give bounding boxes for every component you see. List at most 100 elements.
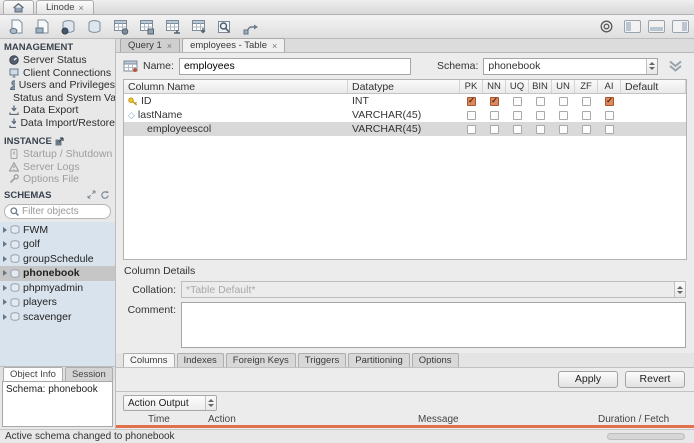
schema-item-golf[interactable]: golf: [0, 237, 115, 252]
apply-button[interactable]: Apply: [558, 371, 618, 388]
schema-item-phonebook[interactable]: phonebook: [0, 266, 115, 281]
header-column-name[interactable]: Column Name: [124, 80, 348, 93]
header-action[interactable]: Action: [208, 414, 418, 425]
tab-triggers[interactable]: Triggers: [297, 353, 347, 367]
action-output-select[interactable]: Action Output: [123, 395, 217, 411]
tab-query-1[interactable]: Query 1 ×: [120, 38, 181, 52]
alter-table-button[interactable]: [135, 17, 157, 37]
schema-filter-input[interactable]: [22, 205, 100, 217]
home-tab[interactable]: [3, 0, 34, 14]
close-icon[interactable]: ×: [167, 41, 172, 51]
uq-checkbox[interactable]: [513, 96, 522, 106]
pk-checkbox[interactable]: [467, 124, 476, 134]
expand-arrow-icon[interactable]: [3, 241, 7, 248]
tab-object-info[interactable]: Object Info: [3, 367, 63, 381]
table-maintenance-button[interactable]: [161, 17, 183, 37]
expand-arrow-icon[interactable]: [3, 284, 7, 291]
schema-item-scavenger[interactable]: scavenger: [0, 310, 115, 325]
column-row-id[interactable]: ID INT: [124, 94, 686, 108]
revert-button[interactable]: Revert: [625, 371, 685, 388]
header-bin[interactable]: BIN: [529, 80, 552, 93]
header-datatype[interactable]: Datatype: [348, 80, 460, 93]
header-time[interactable]: Time: [148, 414, 208, 425]
collapse-editor-button[interactable]: [663, 57, 687, 75]
collation-select[interactable]: *Table Default*: [181, 281, 686, 298]
comment-textarea[interactable]: [181, 302, 686, 348]
sidebar-item-data-export[interactable]: Data Export: [0, 104, 115, 117]
nn-checkbox[interactable]: [490, 110, 499, 120]
nn-checkbox[interactable]: [490, 124, 499, 134]
toggle-bottom-panel-button[interactable]: [648, 20, 665, 33]
zf-checkbox[interactable]: [582, 124, 591, 134]
sidebar-item-startup-shutdown[interactable]: Startup / Shutdown: [0, 148, 115, 161]
expand-arrow-icon[interactable]: [3, 313, 7, 320]
tab-columns[interactable]: Columns: [123, 353, 175, 367]
tab-options[interactable]: Options: [411, 353, 459, 367]
expand-arrow-icon[interactable]: [3, 270, 7, 277]
expand-arrow-icon[interactable]: [3, 299, 7, 306]
header-uq[interactable]: UQ: [506, 80, 529, 93]
create-table-button[interactable]: [109, 17, 131, 37]
search-data-button[interactable]: [213, 17, 235, 37]
stepper-icon[interactable]: [646, 58, 657, 74]
sidebar-item-users-privileges[interactable]: Users and Privileges: [0, 79, 115, 92]
grid-empty-area[interactable]: [124, 136, 686, 259]
sidebar-item-status-system-variables[interactable]: Status and System Variables: [0, 92, 115, 105]
toggle-right-sidebar-button[interactable]: [672, 20, 689, 33]
sidebar-item-options-file[interactable]: Options File: [0, 173, 115, 186]
ai-checkbox[interactable]: [605, 124, 614, 134]
reconnect-dbms-button[interactable]: [239, 17, 261, 37]
tab-employees-table[interactable]: employees - Table ×: [182, 38, 286, 52]
stepper-icon[interactable]: [205, 396, 216, 410]
header-default[interactable]: Default: [621, 80, 686, 93]
table-data-export-button[interactable]: [187, 17, 209, 37]
un-checkbox[interactable]: [559, 124, 568, 134]
schema-item-groupschedule[interactable]: groupSchedule: [0, 252, 115, 267]
toggle-left-sidebar-button[interactable]: [624, 20, 641, 33]
schema-item-phpmyadmin[interactable]: phpmyadmin: [0, 281, 115, 296]
header-pk[interactable]: PK: [460, 80, 483, 93]
uq-checkbox[interactable]: [513, 110, 522, 120]
expand-arrow-icon[interactable]: [3, 255, 7, 262]
pk-checkbox[interactable]: [467, 96, 476, 106]
close-icon[interactable]: ×: [272, 41, 277, 51]
schema-item-players[interactable]: players: [0, 295, 115, 310]
header-message[interactable]: Message: [418, 414, 598, 425]
header-ai[interactable]: AI: [598, 80, 621, 93]
tab-foreign-keys[interactable]: Foreign Keys: [225, 353, 296, 367]
connection-tab[interactable]: Linode ×: [36, 0, 94, 14]
tab-indexes[interactable]: Indexes: [176, 353, 224, 367]
uq-checkbox[interactable]: [513, 124, 522, 134]
schema-filter[interactable]: [4, 203, 111, 219]
un-checkbox[interactable]: [559, 110, 568, 120]
zf-checkbox[interactable]: [582, 110, 591, 120]
status-indicator-button[interactable]: [595, 17, 617, 37]
new-query-tab-button[interactable]: [5, 17, 27, 37]
create-schema-button[interactable]: [57, 17, 79, 37]
un-checkbox[interactable]: [559, 96, 568, 106]
bin-checkbox[interactable]: [536, 110, 545, 120]
sidebar-item-server-status[interactable]: Server Status: [0, 54, 115, 67]
pk-checkbox[interactable]: [467, 110, 476, 120]
sidebar-item-client-connections[interactable]: Client Connections: [0, 67, 115, 80]
schema-inspector-button[interactable]: [83, 17, 105, 37]
header-un[interactable]: UN: [552, 80, 575, 93]
expand-panel-icon[interactable]: [87, 190, 96, 199]
bin-checkbox[interactable]: [536, 124, 545, 134]
column-row-employeescol[interactable]: employeescol VARCHAR(45): [124, 122, 686, 136]
nn-checkbox[interactable]: [490, 96, 499, 106]
zf-checkbox[interactable]: [582, 96, 591, 106]
header-nn[interactable]: NN: [483, 80, 506, 93]
refresh-icon[interactable]: [100, 190, 110, 200]
tab-partitioning[interactable]: Partitioning: [348, 353, 410, 367]
close-icon[interactable]: ×: [79, 3, 84, 13]
sidebar-item-server-logs[interactable]: Server Logs: [0, 161, 115, 174]
table-name-input[interactable]: [178, 57, 411, 75]
schema-item-fwm[interactable]: FWM: [0, 223, 115, 238]
header-duration-fetch[interactable]: Duration / Fetch: [598, 414, 694, 425]
open-sql-script-button[interactable]: [31, 17, 53, 37]
tab-session[interactable]: Session: [64, 367, 113, 381]
header-zf[interactable]: ZF: [575, 80, 598, 93]
schema-select[interactable]: phonebook: [483, 57, 658, 75]
expand-arrow-icon[interactable]: [3, 226, 7, 233]
